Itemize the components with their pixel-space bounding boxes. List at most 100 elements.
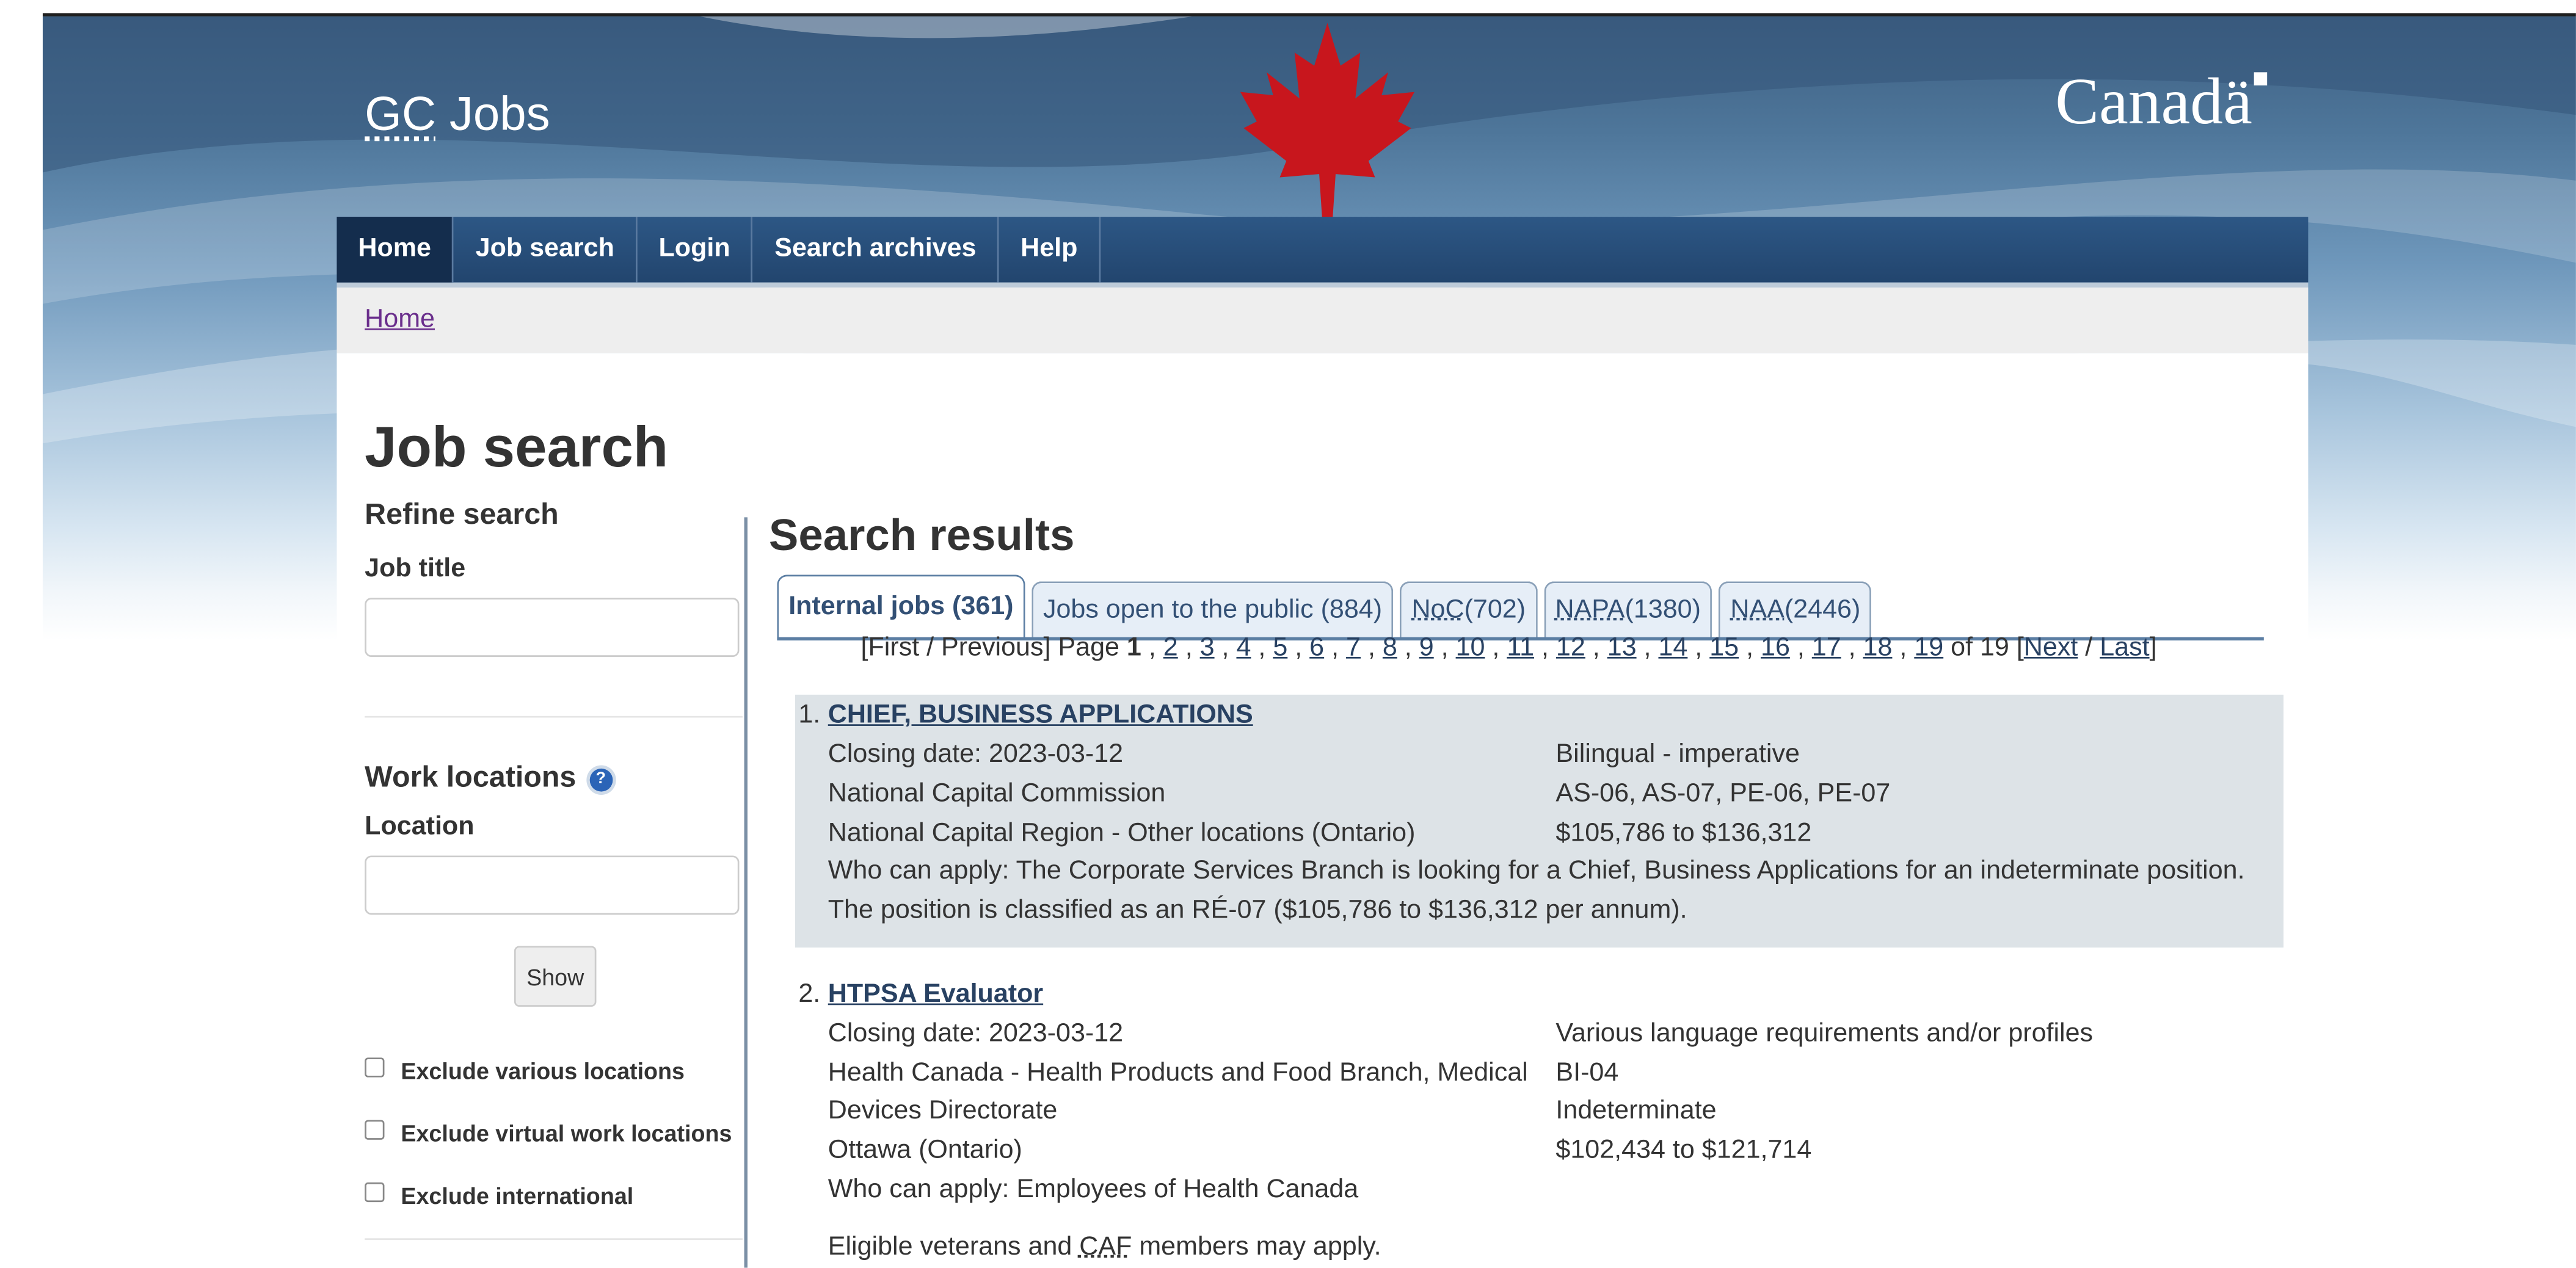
page-title: Job search — [365, 415, 669, 480]
brand-text: Jobs — [436, 89, 550, 142]
pager-of-text: of 19 [ — [1943, 634, 2024, 662]
menu-login[interactable]: Login — [638, 217, 754, 283]
result-closing-date: Closing date: 2023-03-12 — [828, 1020, 1124, 1048]
menu-job-search[interactable]: Job search — [454, 217, 638, 283]
pager-page-link[interactable]: 3 — [1200, 634, 1215, 662]
pager-page-link[interactable]: 7 — [1346, 634, 1361, 662]
result-title-link[interactable]: HTPSA Evaluator — [828, 980, 1043, 1010]
note-text: members may apply. — [1132, 1233, 1381, 1261]
pager-page-link[interactable]: 18 — [1863, 634, 1893, 662]
pager-page-link[interactable]: 12 — [1556, 634, 1585, 662]
tab-abbr: NoC — [1411, 596, 1464, 625]
result-organization: Health Canada - Health Products and Food… — [828, 1059, 1528, 1087]
pager-page-link[interactable]: 19 — [1914, 634, 1943, 662]
result-salary: $102,434 to $121,714 — [1555, 1136, 1812, 1165]
pager-current-page: 1 — [1126, 634, 1141, 662]
note-text: Eligible veterans and — [828, 1233, 1080, 1261]
pager-page-link[interactable]: 15 — [1709, 634, 1739, 662]
breadcrumb: Home — [337, 287, 2309, 353]
tab-abbr: NAA — [1730, 596, 1785, 625]
tab-naa[interactable]: NAA (2446) — [1719, 581, 1872, 639]
exclude-international-checkbox[interactable]: Exclude international — [365, 1182, 633, 1209]
wordmark-last-letter: ä — [2223, 63, 2252, 138]
result-classification: AS-06, AS-07, PE-06, PE-07 — [1555, 780, 1891, 808]
result-who-can-apply: Who can apply: Employees of Health Canad… — [828, 1176, 1359, 1204]
result-location: National Capital Region - Other location… — [828, 819, 1416, 848]
gc-jobs-home-link[interactable]: GC Jobs — [365, 89, 550, 143]
checkbox-box[interactable] — [365, 1120, 385, 1140]
brand-abbr: GC — [365, 89, 437, 142]
caf-abbr: CAF — [1079, 1233, 1132, 1261]
tab-public-jobs[interactable]: Jobs open to the public (884) — [1031, 581, 1394, 639]
result-organization: National Capital Commission — [828, 780, 1166, 808]
pager-next-link[interactable]: Next — [2024, 634, 2078, 662]
pager-page-links: , 2 , 3 , 4 , 5 , 6 , 7 , 8 , 9 , 10 , 1… — [1141, 634, 1944, 662]
pager-page-link[interactable]: 10 — [1456, 634, 1485, 662]
result-item-2: 2. HTPSA Evaluator Closing date: 2023-03… — [795, 974, 2283, 1268]
pager-page-link[interactable]: 16 — [1761, 634, 1790, 662]
result-language: Bilingual - imperative — [1555, 741, 1800, 769]
job-title-label: Job title — [365, 555, 466, 583]
tab-internal-jobs[interactable]: Internal jobs (361) — [777, 574, 1025, 639]
result-language: Various language requirements and/or pro… — [1555, 1020, 2094, 1048]
sidebar-divider — [365, 716, 743, 718]
search-results-heading: Search results — [768, 510, 1075, 560]
tab-noc[interactable]: NoC (702) — [1400, 581, 1537, 639]
tab-count: (702) — [1464, 596, 1526, 625]
exclude-virtual-locations-checkbox[interactable]: Exclude virtual work locations — [365, 1120, 732, 1147]
result-closing-date: Closing date: 2023-03-12 — [828, 741, 1124, 769]
work-locations-text: Work locations — [365, 760, 577, 794]
menu-home[interactable]: Home — [337, 217, 454, 283]
tab-count: (2446) — [1784, 596, 1861, 625]
menu-help[interactable]: Help — [999, 217, 1101, 283]
wordmark-text: Canad — [2055, 63, 2224, 138]
maple-leaf-icon — [1240, 23, 1415, 223]
result-eligibility-note: Eligible veterans and CAF members may ap… — [828, 1233, 1381, 1263]
breadcrumb-home-link[interactable]: Home — [365, 305, 435, 335]
pager-prefix: [First / Previous] Page — [860, 634, 1127, 662]
pager-page-link[interactable]: 6 — [1309, 634, 1324, 662]
pager-page-link[interactable]: 9 — [1419, 634, 1434, 662]
help-icon[interactable]: ? — [589, 768, 613, 792]
pager-page-link[interactable]: 4 — [1236, 634, 1251, 662]
location-input[interactable] — [365, 855, 740, 915]
location-label: Location — [365, 813, 475, 841]
tab-count: (1380) — [1625, 596, 1701, 625]
exclude-various-locations-checkbox[interactable]: Exclude various locations — [365, 1057, 685, 1084]
pager-slash: / — [2078, 634, 2100, 662]
result-description: The position is classified as an RÉ-07 (… — [828, 896, 1687, 925]
job-title-input[interactable] — [365, 598, 740, 657]
result-title-link[interactable]: CHIEF, BUSINESS APPLICATIONS — [828, 701, 1253, 731]
checkbox-label: Exclude virtual work locations — [401, 1120, 732, 1147]
main-menu: Home Job search Login Search archives He… — [337, 217, 2309, 288]
column-divider — [744, 517, 748, 1268]
page-container: GC Jobs Canadä Home Job search Login Sea… — [337, 16, 2309, 1268]
refine-search-heading: Refine search — [365, 498, 559, 531]
pager-page-link[interactable]: 17 — [1812, 634, 1841, 662]
result-classification: BI-04 — [1555, 1059, 1619, 1087]
checkbox-label: Exclude various locations — [401, 1057, 685, 1084]
show-button[interactable]: Show — [514, 946, 597, 1007]
tab-napa[interactable]: NAPA (1380) — [1543, 581, 1712, 639]
pager-page-link[interactable]: 13 — [1607, 634, 1637, 662]
results-tabs: Internal jobs (361) Jobs open to the pub… — [777, 567, 1879, 639]
tab-abbr: NAPA — [1555, 596, 1625, 625]
pager-page-link[interactable]: 8 — [1383, 634, 1397, 662]
pager-page-link[interactable]: 5 — [1273, 634, 1287, 662]
result-tenure: Indeterminate — [1555, 1096, 1717, 1125]
menu-search-archives[interactable]: Search archives — [753, 217, 1000, 283]
pager-page-link[interactable]: 2 — [1163, 634, 1178, 662]
sidebar-divider — [365, 1238, 743, 1240]
canada-wordmark: Canadä — [2055, 62, 2268, 139]
pager-page-link[interactable]: 11 — [1507, 634, 1534, 662]
pager-last-link[interactable]: Last — [2100, 634, 2149, 662]
work-locations-heading: Work locations? — [365, 760, 613, 794]
pager-suffix: ] — [2149, 634, 2157, 662]
checkbox-box[interactable] — [365, 1182, 385, 1203]
result-item-1: 1. CHIEF, BUSINESS APPLICATIONS Closing … — [795, 694, 2284, 948]
result-salary: $105,786 to $136,312 — [1555, 819, 1812, 848]
pager-page-link[interactable]: 14 — [1658, 634, 1687, 662]
checkbox-box[interactable] — [365, 1057, 385, 1078]
result-organization-cont: Devices Directorate — [828, 1096, 1058, 1125]
browser-viewport: GC Jobs Canadä Home Job search Login Sea… — [0, 0, 2576, 1268]
